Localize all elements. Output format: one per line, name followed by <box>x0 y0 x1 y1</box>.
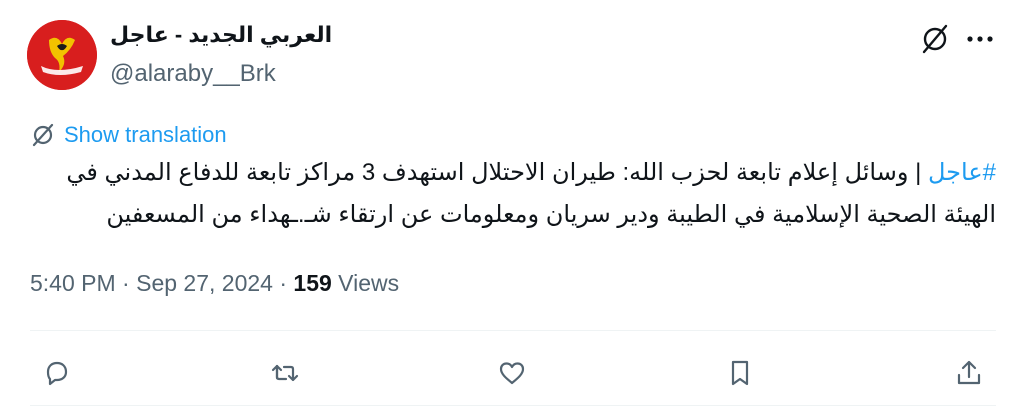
reply-button[interactable] <box>34 350 80 396</box>
tweet-body: | وسائل إعلام تابعة لحزب الله: طيران الا… <box>66 159 996 228</box>
author-display-name[interactable]: العربي الجديد - عاجل <box>110 22 332 48</box>
like-icon <box>499 362 525 385</box>
tweet-text: #عاجل | وسائل إعلام تابعة لحزب الله: طير… <box>30 152 996 236</box>
tweet-meta: 5:40 PM · Sep 27, 2024 · 159 Views <box>30 270 399 297</box>
action-bar <box>30 350 996 396</box>
avatar[interactable] <box>27 20 97 90</box>
meta-separator: · <box>122 270 130 296</box>
meta-separator: · <box>279 270 288 296</box>
more-icon[interactable] <box>962 22 998 56</box>
retweet-button[interactable] <box>262 350 308 396</box>
hashtag-link[interactable]: #عاجل <box>928 159 996 186</box>
show-translation-label: Show translation <box>64 122 227 147</box>
show-translation-button[interactable]: Show translation <box>30 120 227 150</box>
share-button[interactable] <box>946 350 992 396</box>
bookmark-icon <box>731 360 749 386</box>
views-count[interactable]: 159 <box>293 270 331 296</box>
bookmark-button[interactable] <box>717 350 763 396</box>
alaraby-logo-icon <box>27 20 97 90</box>
views-label: Views <box>338 270 400 296</box>
like-button[interactable] <box>489 350 535 396</box>
translate-icon <box>32 123 54 147</box>
author-handle[interactable]: @alaraby__Brk <box>110 60 276 88</box>
tweet-date[interactable]: Sep 27, 2024 <box>136 270 273 296</box>
tweet-time[interactable]: 5:40 PM <box>30 270 116 296</box>
grok-icon[interactable] <box>918 22 952 56</box>
reply-icon <box>46 361 68 386</box>
retweet-icon <box>271 364 299 382</box>
share-icon <box>957 360 981 385</box>
divider <box>30 330 996 331</box>
divider <box>30 405 996 406</box>
